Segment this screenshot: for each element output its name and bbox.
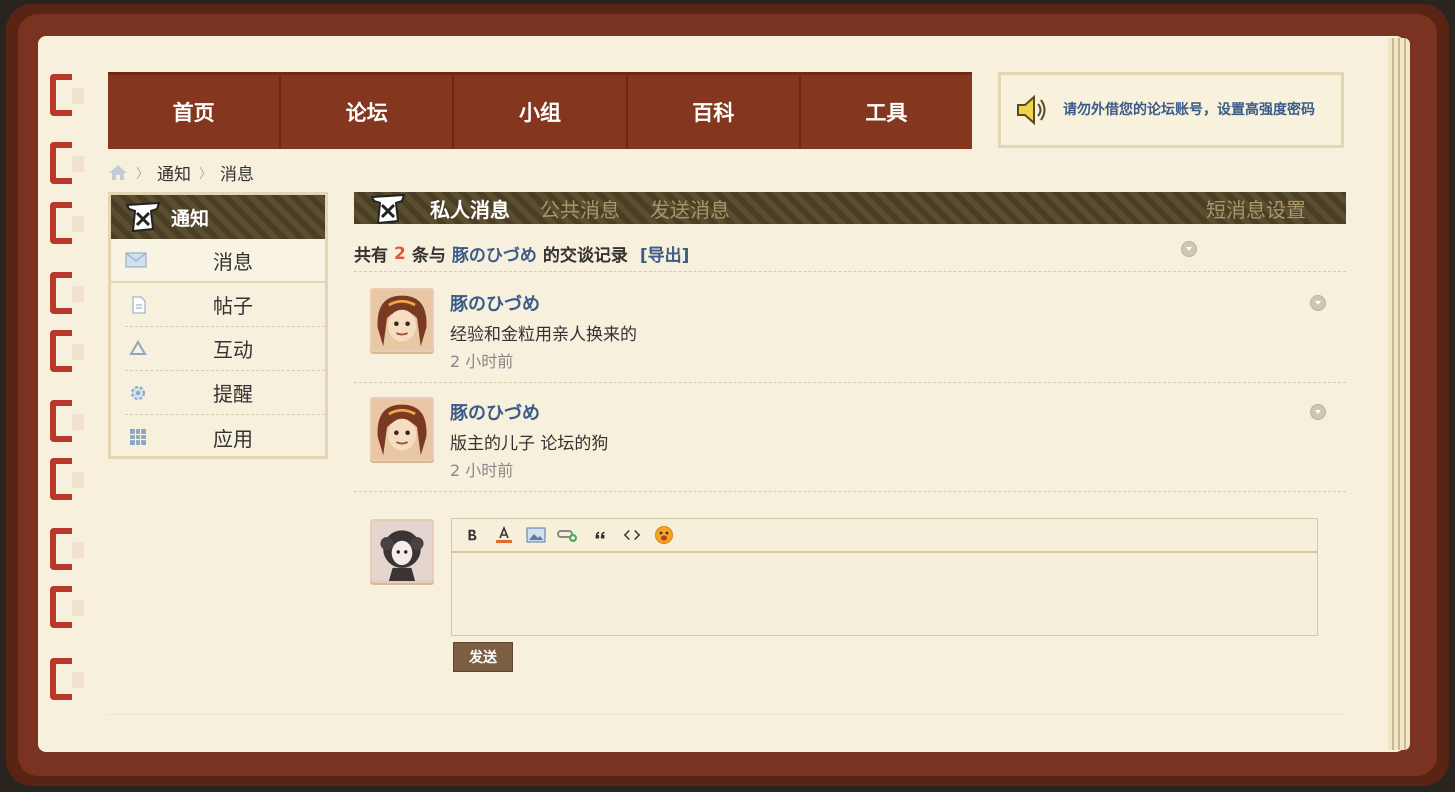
- emoji-button[interactable]: [652, 524, 676, 546]
- site-logo-icon: [370, 193, 406, 225]
- sidebar-item-label: 消息: [213, 249, 253, 274]
- binding-rings: [50, 66, 90, 716]
- avatar[interactable]: [370, 288, 434, 352]
- sidebar-item-label: 互动: [213, 338, 253, 362]
- message-tabs: 私人消息 公共消息 发送消息 短消息设置: [354, 192, 1346, 225]
- sidebar: 通知 消息 帖子 互动 提醒 应用: [108, 192, 328, 459]
- breadcrumb-messages[interactable]: 消息: [220, 160, 254, 185]
- avatar[interactable]: [370, 397, 434, 461]
- sidebar-item-posts[interactable]: 帖子: [125, 283, 325, 327]
- nav-wiki[interactable]: 百科: [628, 75, 801, 149]
- summary-suffix: 的交谈记录: [542, 246, 628, 266]
- bold-button[interactable]: [460, 524, 484, 546]
- envelope-icon: [125, 252, 147, 268]
- editor-toolbar: [452, 519, 1317, 553]
- reply-textarea[interactable]: [452, 553, 1317, 633]
- reply-editor: [451, 518, 1318, 636]
- quote-button[interactable]: [588, 524, 612, 546]
- nav-home[interactable]: 首页: [108, 75, 282, 149]
- chevron-right-icon: 〉: [136, 166, 150, 182]
- binding-ring: [50, 202, 84, 244]
- nav-forum[interactable]: 论坛: [281, 75, 455, 149]
- document-icon: [132, 296, 146, 313]
- gear-icon: [131, 385, 145, 400]
- sidebar-item-label: 提醒: [213, 382, 253, 406]
- sidebar-item-reminder[interactable]: 提醒: [125, 371, 325, 415]
- code-button[interactable]: [620, 524, 644, 546]
- sender-name[interactable]: 豚のひづめ: [450, 399, 540, 425]
- code-icon: [623, 529, 641, 541]
- image-icon: [526, 527, 546, 543]
- image-button[interactable]: [524, 524, 548, 546]
- binding-ring: [50, 272, 84, 314]
- summary-middle: 条与: [411, 246, 446, 266]
- top-nav: 首页 论坛 小组 百科 工具: [108, 72, 972, 149]
- link-button[interactable]: [556, 524, 580, 546]
- emoji-icon: [655, 526, 673, 544]
- nav-tools[interactable]: 工具: [801, 75, 972, 149]
- sidebar-item-label: 帖子: [213, 294, 253, 318]
- font-color-icon: [496, 525, 512, 543]
- recycle-icon: [129, 339, 147, 355]
- message-body: 版主的儿子 论坛的狗: [450, 434, 609, 454]
- speaker-icon: [1017, 94, 1046, 126]
- my-avatar[interactable]: [370, 519, 434, 583]
- home-icon[interactable]: [108, 163, 128, 181]
- binding-ring: [50, 586, 84, 628]
- message-menu-icon[interactable]: [1310, 404, 1326, 420]
- binding-ring: [50, 528, 84, 570]
- binding-ring: [50, 74, 84, 116]
- tab-send-message[interactable]: 发送消息: [650, 194, 730, 223]
- sidebar-item-apps[interactable]: 应用: [125, 415, 325, 459]
- message-item: 豚のひづめ 经验和金粒用亲人换来的 2 小时前: [354, 274, 1346, 383]
- tab-message-settings[interactable]: 短消息设置: [1206, 194, 1306, 223]
- tab-private-messages[interactable]: 私人消息: [430, 194, 510, 223]
- chevron-right-icon: 〉: [199, 166, 213, 182]
- breadcrumb-notify[interactable]: 通知: [157, 160, 191, 185]
- conversation-summary: 共有 2 条与 豚のひづめ 的交谈记录 [导出]: [354, 236, 1346, 272]
- notice-text: 请勿外借您的论坛账号，设置高强度密码: [1063, 102, 1315, 118]
- avatar-image: [372, 399, 432, 459]
- site-logo-icon: [125, 201, 161, 233]
- link-icon: [557, 530, 577, 542]
- binding-ring: [50, 400, 84, 442]
- dropdown-toggle-icon[interactable]: [1181, 241, 1197, 257]
- notice-box: 请勿外借您的论坛账号，设置高强度密码: [998, 72, 1344, 148]
- avatar-image: [372, 290, 432, 350]
- sidebar-title: 通知: [171, 207, 210, 230]
- nav-group[interactable]: 小组: [454, 75, 628, 149]
- message-body: 经验和金粒用亲人换来的: [450, 325, 637, 345]
- export-link[interactable]: [导出]: [640, 241, 690, 266]
- tab-public-messages[interactable]: 公共消息: [540, 194, 620, 223]
- summary-prefix: 共有: [354, 246, 388, 266]
- message-item: 豚のひづめ 版主的儿子 论坛的狗 2 小时前: [354, 383, 1346, 492]
- message-time: 2 小时前: [450, 461, 514, 480]
- message-menu-icon[interactable]: [1310, 295, 1326, 311]
- sidebar-item-interact[interactable]: 互动: [125, 327, 325, 371]
- avatar-image: [372, 521, 432, 581]
- page-edge: [1388, 38, 1410, 750]
- bold-icon: [468, 529, 477, 541]
- sidebar-item-label: 应用: [213, 426, 253, 451]
- message-time: 2 小时前: [450, 352, 514, 371]
- message-count: 2: [394, 243, 406, 264]
- page-divider: [108, 714, 1344, 715]
- sender-name[interactable]: 豚のひづめ: [450, 290, 540, 316]
- binding-ring: [50, 458, 84, 500]
- font-color-button[interactable]: [492, 524, 516, 546]
- quote-icon: [595, 531, 605, 539]
- sidebar-header: 通知: [111, 195, 325, 239]
- binding-ring: [50, 330, 84, 372]
- grid-icon: [130, 429, 146, 445]
- sidebar-item-messages[interactable]: 消息: [111, 239, 325, 283]
- breadcrumb: 〉 通知 〉 消息: [108, 160, 254, 185]
- send-button[interactable]: 发送: [453, 642, 513, 672]
- binding-ring: [50, 142, 84, 184]
- binding-ring: [50, 658, 84, 700]
- peer-username-link[interactable]: 豚のひづめ: [452, 241, 537, 266]
